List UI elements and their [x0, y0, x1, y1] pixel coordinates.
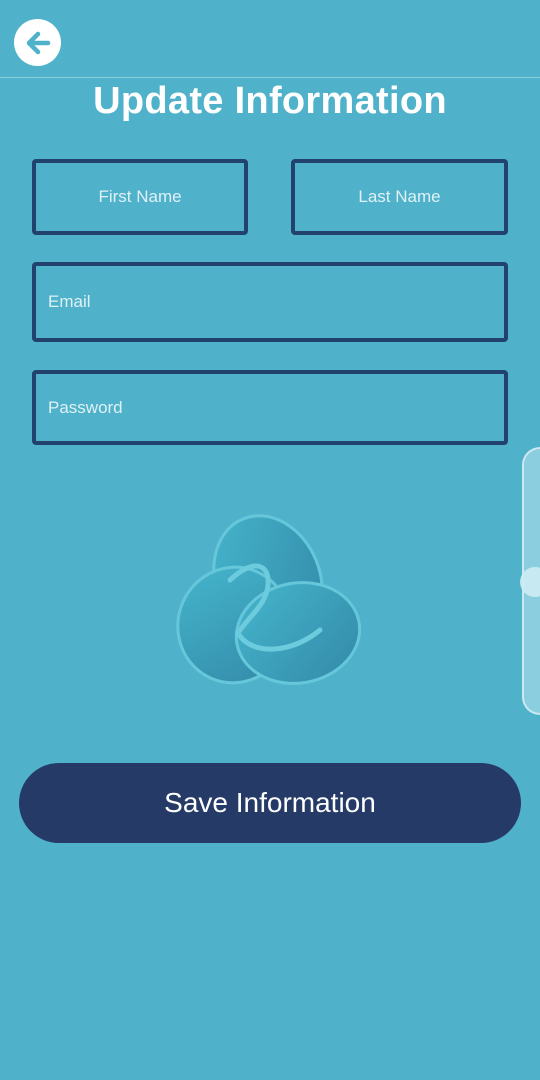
back-button[interactable] [14, 19, 61, 66]
trefoil-logo-icon [176, 514, 362, 685]
arrow-left-icon [26, 31, 50, 54]
save-information-button[interactable]: Save Information [19, 763, 521, 843]
last-name-field[interactable] [291, 159, 508, 235]
first-name-field[interactable] [32, 159, 248, 235]
password-field[interactable] [32, 370, 508, 445]
email-field[interactable] [32, 262, 508, 342]
page-title: Update Information [93, 80, 447, 122]
top-bar [0, 0, 540, 78]
